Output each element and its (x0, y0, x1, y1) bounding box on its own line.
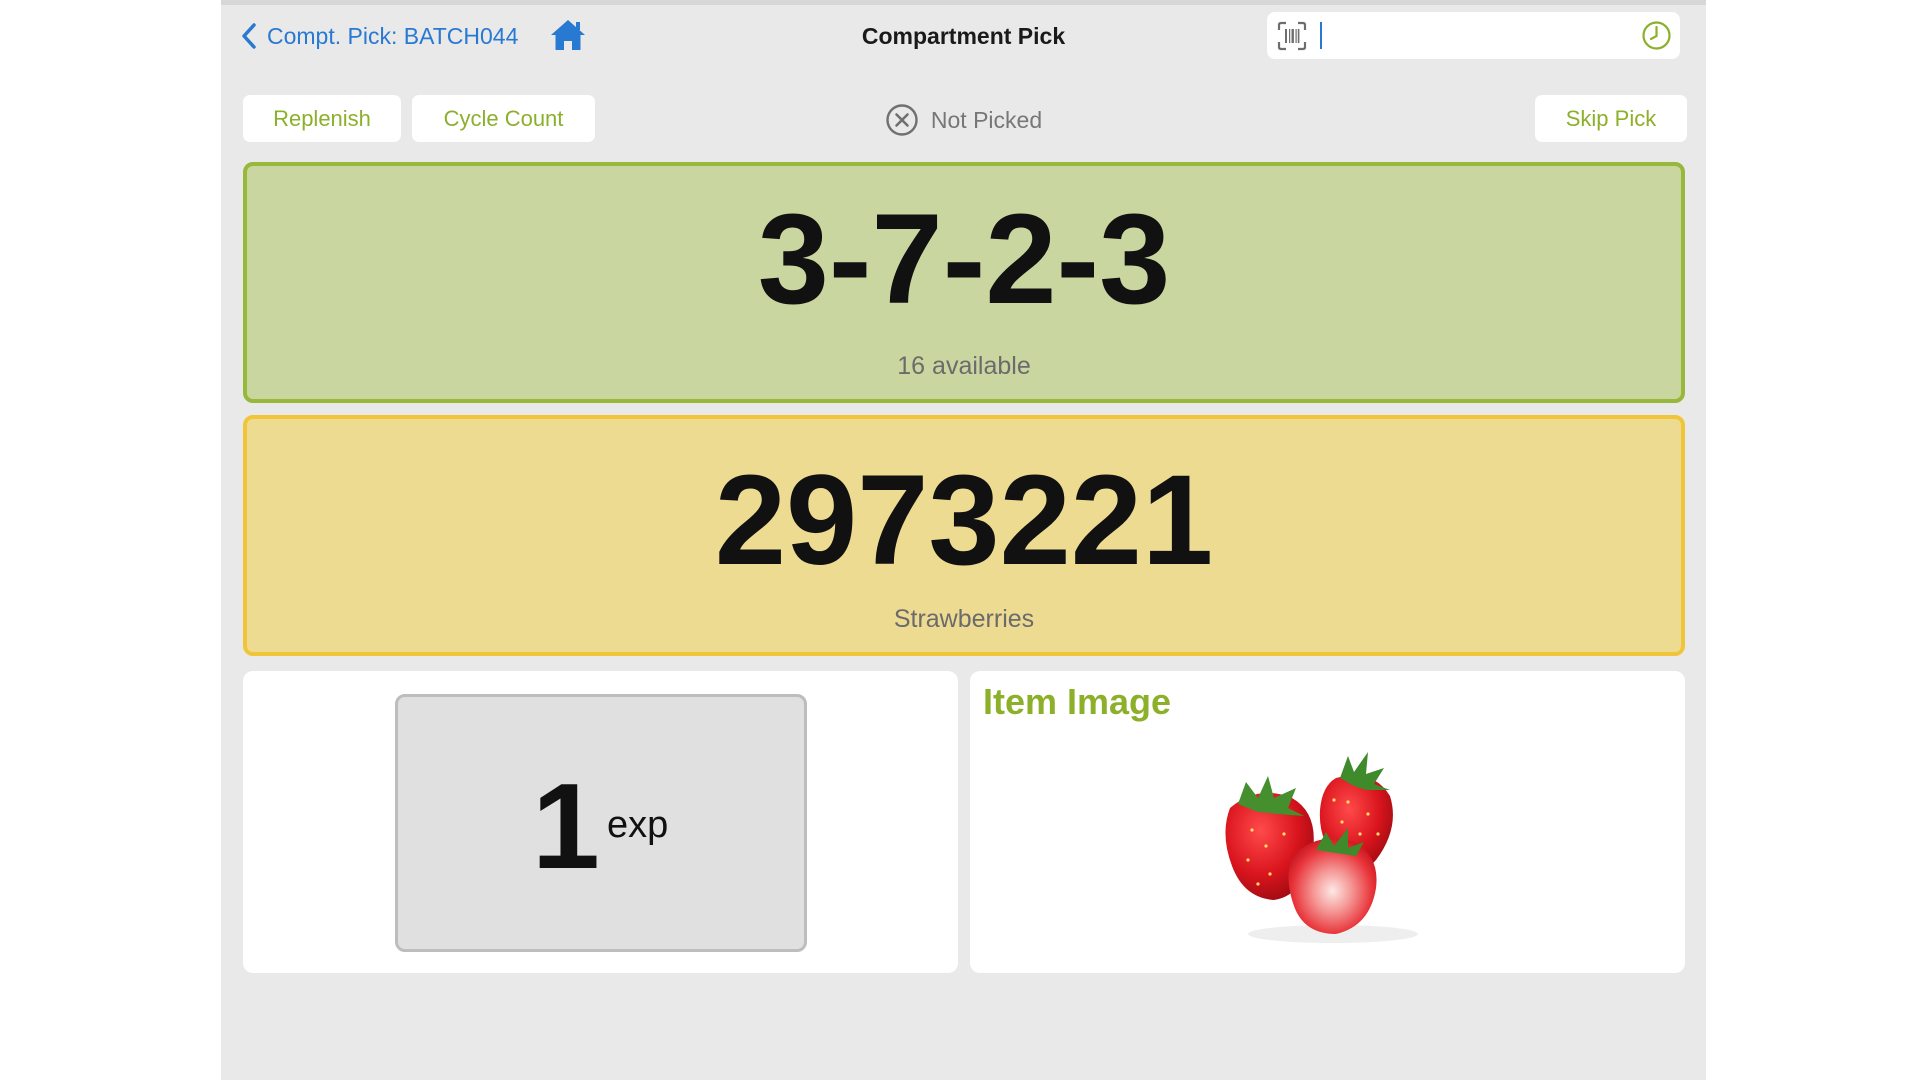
location-card: 3-7-2-3 16 available (243, 162, 1685, 403)
text-caret (1320, 22, 1322, 49)
quantity-box[interactable]: 1 exp (395, 694, 807, 952)
strawberries-image (1225, 752, 1418, 943)
available-count: 16 available (897, 352, 1031, 380)
quantity-panel: 1 exp (243, 671, 958, 973)
scan-input[interactable] (1325, 18, 1615, 53)
barcode-scan-field[interactable] (1267, 12, 1680, 59)
item-image (1208, 738, 1448, 948)
skip-pick-button[interactable]: Skip Pick (1535, 95, 1687, 142)
item-code: 2973221 (714, 449, 1214, 592)
app-screen: Compt. Pick: BATCH044 Compartment Pick R… (221, 0, 1706, 1080)
clock-icon[interactable] (1641, 20, 1672, 51)
item-image-title: Item Image (983, 681, 1172, 722)
status-text: Not Picked (930, 106, 1043, 133)
item-name: Strawberries (893, 605, 1035, 633)
x-circle-icon (886, 104, 918, 136)
nav-bar: Compt. Pick: BATCH044 Compartment Pick (221, 5, 1706, 67)
quantity-unit: exp (607, 804, 669, 846)
pick-status: Not Picked (221, 103, 1706, 137)
quantity-value: 1 (532, 758, 600, 894)
item-image-panel: Item Image (970, 671, 1685, 973)
item-card: 2973221 Strawberries (243, 415, 1685, 656)
location-code: 3-7-2-3 (757, 188, 1171, 331)
barcode-scan-icon (1277, 21, 1307, 51)
